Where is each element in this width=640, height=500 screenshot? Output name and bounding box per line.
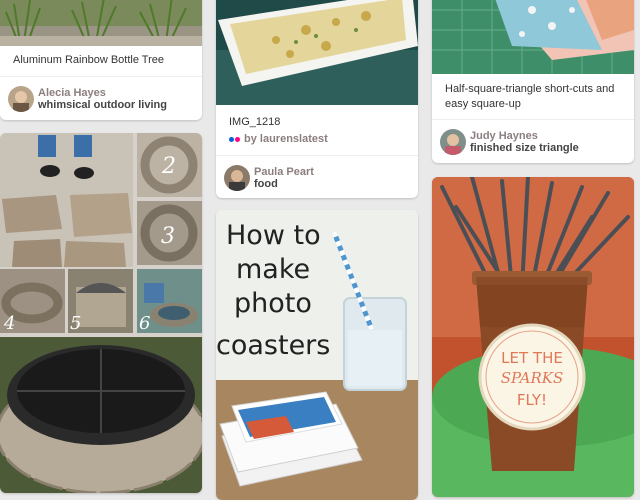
source-name[interactable]: laurenslatest xyxy=(260,133,328,145)
coaster-title-line-2: make xyxy=(236,254,310,285)
divider xyxy=(0,76,202,77)
avatar[interactable] xyxy=(224,165,250,191)
coaster-title-line-1: How to xyxy=(226,220,321,251)
pin-card-coasters[interactable]: How to make photo coasters xyxy=(216,210,418,500)
pin-source[interactable]: by laurenslatest xyxy=(229,133,328,145)
board-name[interactable]: food xyxy=(254,178,278,190)
coasters-photo: How to make photo coasters xyxy=(216,210,418,500)
pinner-name[interactable]: Alecia Hayes xyxy=(38,87,106,99)
step-6-number: 6 xyxy=(139,313,150,334)
step-4-number: 4 xyxy=(3,313,15,334)
avatar[interactable] xyxy=(440,129,466,155)
pinner-name[interactable]: Paula Peart xyxy=(254,166,314,178)
pin-card-quilting[interactable]: Half-square-triangle short-cuts and easy… xyxy=(432,0,634,163)
pin-image-casserole[interactable] xyxy=(216,0,418,105)
pin-card-bottle-tree[interactable]: Aluminum Rainbow Bottle Tree Alecia Haye… xyxy=(0,0,202,120)
pinner-name[interactable]: Judy Haynes xyxy=(470,130,538,142)
step-2-number: 2 xyxy=(161,154,176,179)
sign-line-2: SPARKS xyxy=(501,369,564,387)
fire-pit-collage: 2 3 4 5 6 xyxy=(0,133,202,493)
quilting-photo xyxy=(432,0,634,74)
flickr-dots-icon xyxy=(229,136,234,142)
pin-description: Half-square-triangle short-cuts and easy… xyxy=(445,83,615,110)
pin-card-casserole[interactable]: IMG_1218 by laurenslatest Paula Peart fo… xyxy=(216,0,418,198)
coaster-title-line-4: coasters xyxy=(216,330,330,361)
divider xyxy=(216,155,418,156)
step-3-number: 3 xyxy=(161,224,175,249)
pinner-attribution[interactable]: Paula Peart food xyxy=(224,165,410,193)
board-name[interactable]: whimsical outdoor living xyxy=(38,99,167,111)
board-name[interactable]: finished size triangle xyxy=(470,142,579,154)
pin-card-fire-pit[interactable]: 2 3 4 5 6 xyxy=(0,133,202,493)
sign-line-1: LET THE xyxy=(501,349,563,367)
bottle-tree-photo xyxy=(0,0,202,46)
flickr-dots-icon xyxy=(235,136,240,142)
divider xyxy=(432,119,634,120)
pin-image-fire-pit[interactable]: 2 3 4 5 6 xyxy=(0,133,202,493)
sign-line-3: FLY! xyxy=(517,391,547,409)
pinner-attribution[interactable]: Alecia Hayes whimsical outdoor living xyxy=(8,86,194,114)
pin-description: Aluminum Rainbow Bottle Tree xyxy=(13,54,165,66)
step-5-number: 5 xyxy=(70,313,81,334)
casserole-photo xyxy=(216,0,418,105)
pin-description: IMG_1218 xyxy=(229,116,281,128)
pin-image-bottle-tree[interactable] xyxy=(0,0,202,46)
source-prefix: by xyxy=(244,133,257,145)
avatar[interactable] xyxy=(8,86,34,112)
sparklers-photo: LET THE SPARKS FLY! xyxy=(432,177,634,497)
pin-card-sparklers[interactable]: LET THE SPARKS FLY! xyxy=(432,177,634,497)
pin-image-sparklers[interactable]: LET THE SPARKS FLY! xyxy=(432,177,634,497)
coaster-title-line-3: photo xyxy=(234,288,312,319)
pin-image-quilting[interactable] xyxy=(432,0,634,74)
pinner-attribution[interactable]: Judy Haynes finished size triangle xyxy=(440,129,626,157)
pin-image-coasters[interactable]: How to make photo coasters xyxy=(216,210,418,500)
